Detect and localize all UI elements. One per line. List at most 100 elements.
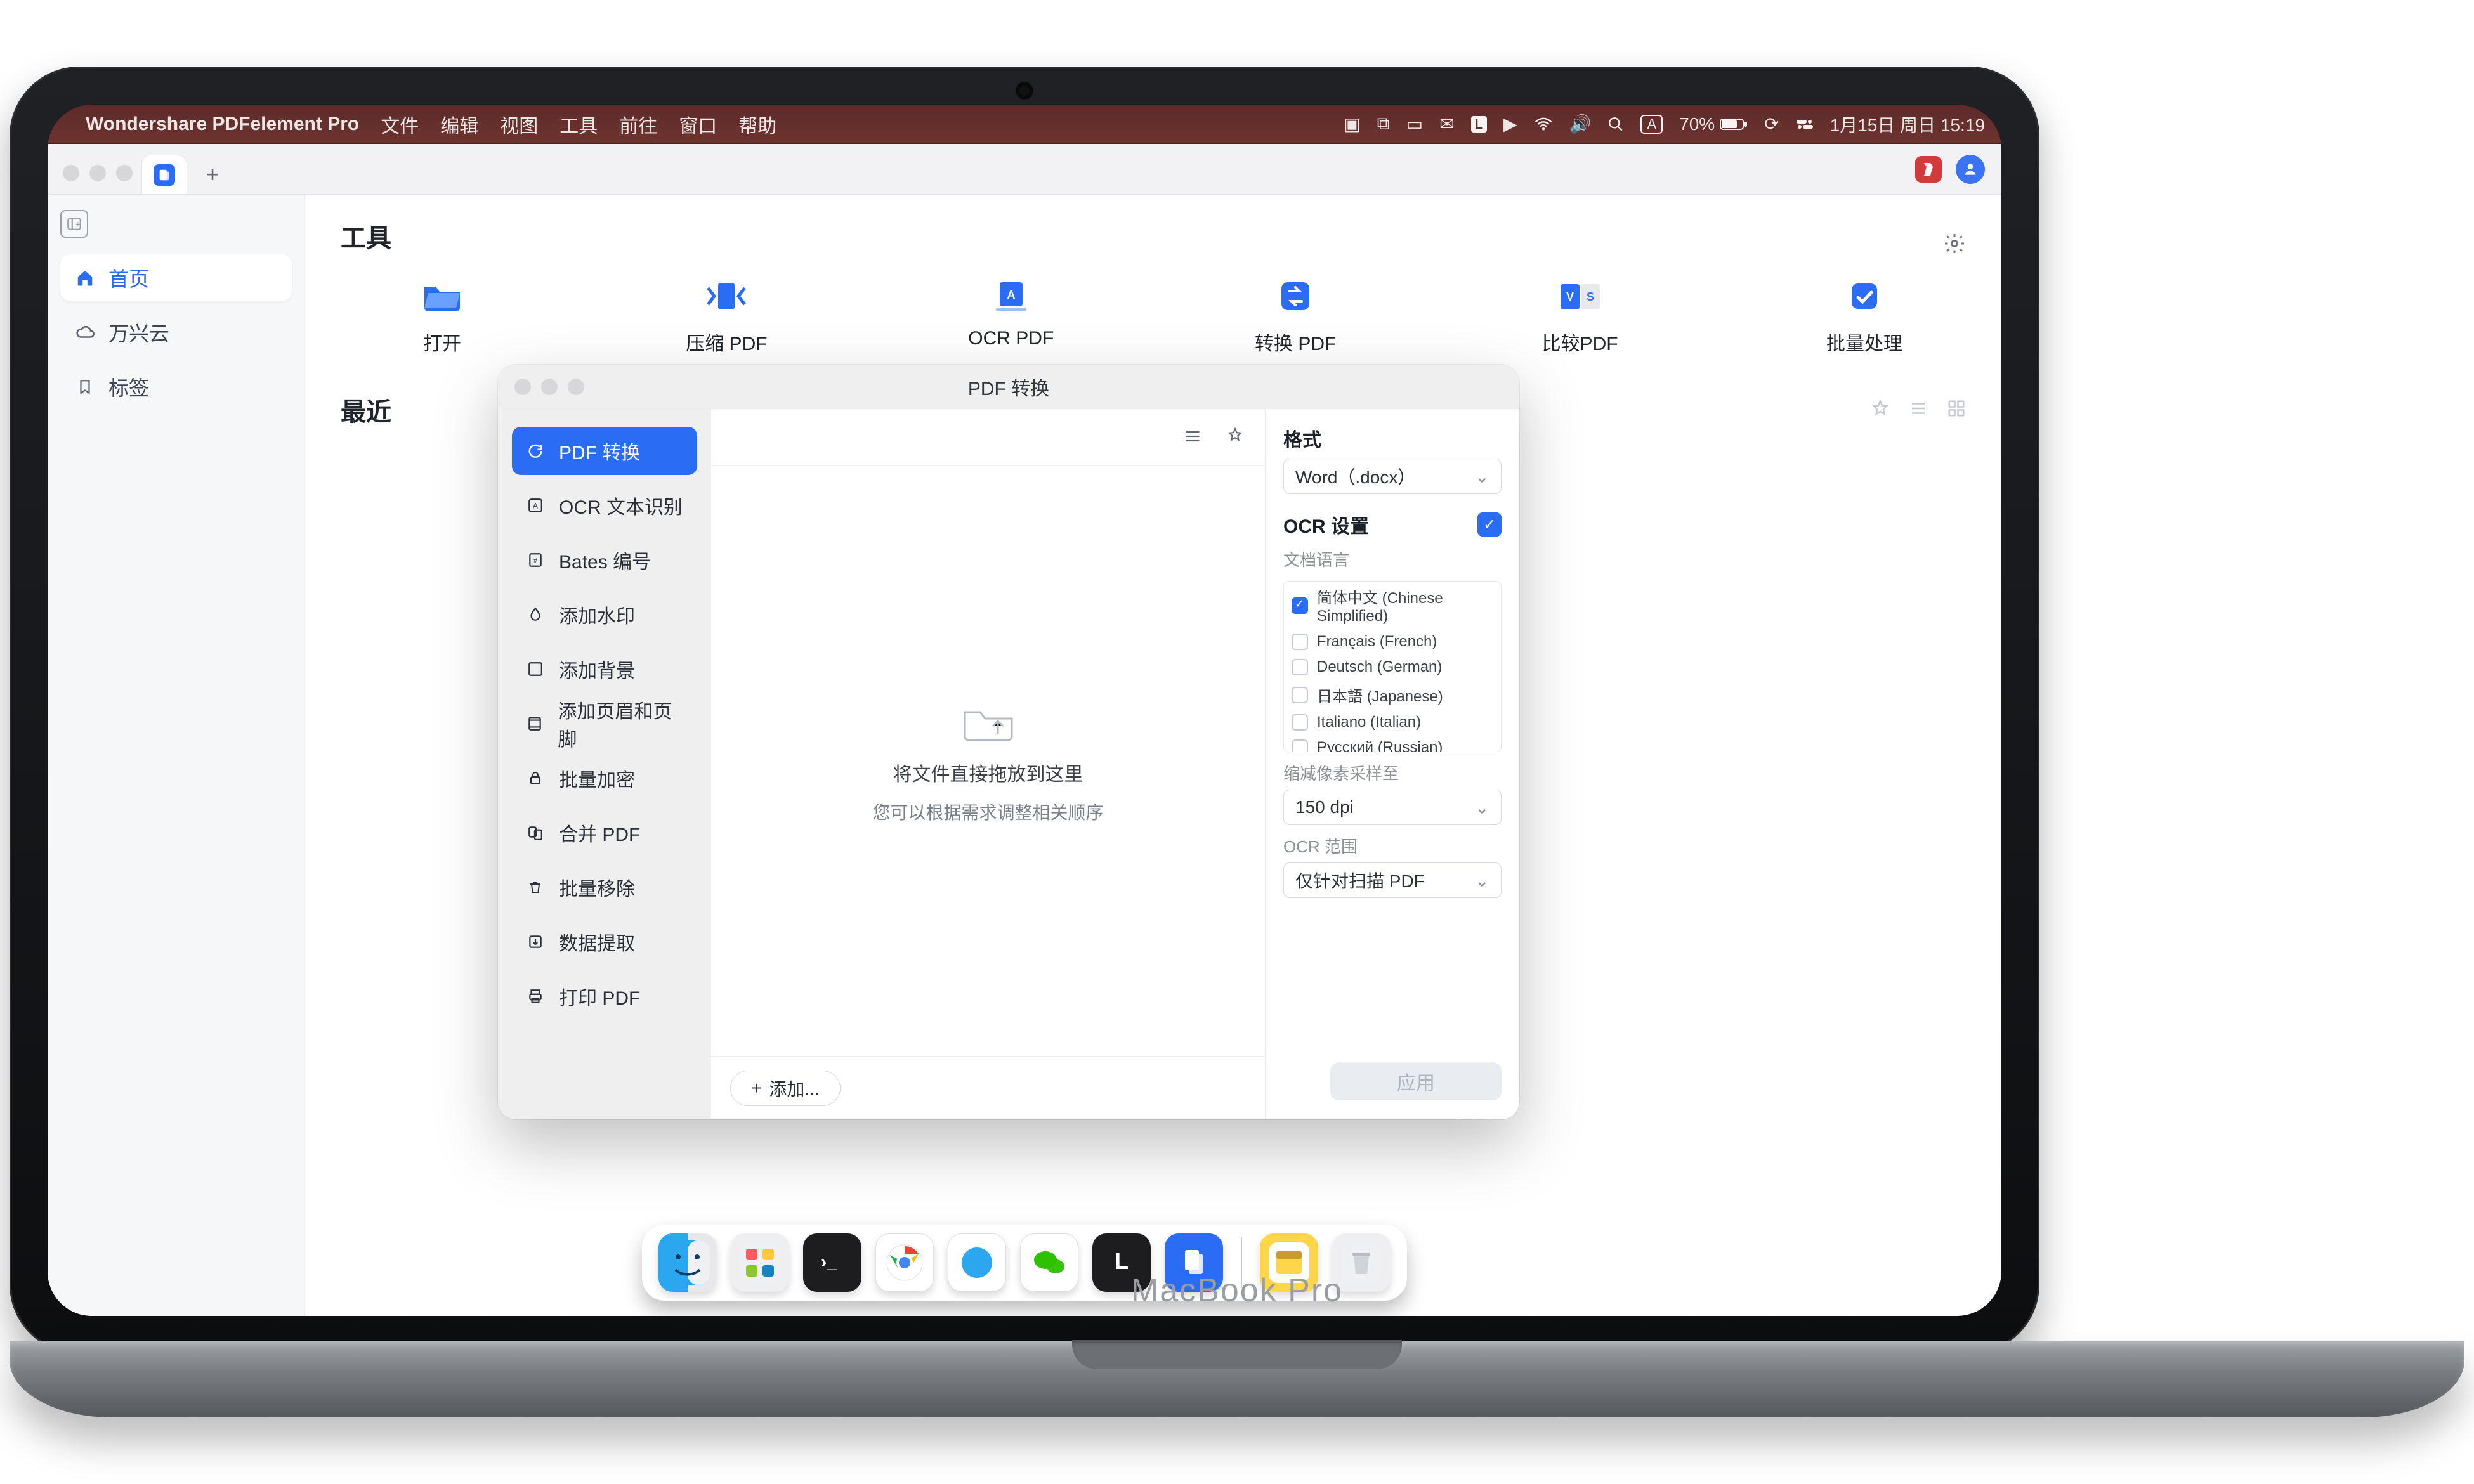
dock-chrome-icon[interactable]: [875, 1233, 934, 1292]
tool-open[interactable]: 打开: [379, 276, 506, 356]
status-spotlight-icon[interactable]: [1607, 116, 1624, 133]
dialog-side-item-0[interactable]: PDF 转换: [512, 427, 697, 475]
dialog-titlebar[interactable]: PDF 转换: [498, 365, 1519, 409]
screen-bezel-outer: Wondershare PDFelement Pro 文件 编辑 视图 工具 前…: [10, 67, 2039, 1354]
window-titlebar: +: [48, 144, 2001, 195]
tool-ocr[interactable]: A OCR PDF: [948, 276, 1075, 356]
dialog-minimize-dot[interactable]: [541, 379, 558, 395]
sidebar-item-home[interactable]: 首页: [60, 254, 292, 301]
dock-safari-icon[interactable]: [948, 1233, 1006, 1292]
window-minimize-dot[interactable]: [89, 165, 106, 181]
dialog-zoom-dot[interactable]: [568, 379, 584, 395]
downsample-select[interactable]: 150 dpi ⌄: [1283, 790, 1502, 825]
checkbox-icon: [1292, 714, 1308, 731]
apply-button[interactable]: 应用: [1330, 1062, 1502, 1100]
dialog-settings-panel: 格式 Word（.docx） ⌄ OCR 设置 ✓ 文档语言: [1266, 409, 1519, 1119]
list-view-icon[interactable]: [1184, 427, 1201, 448]
dialog-close-dot[interactable]: [514, 379, 531, 395]
dialog-side-label: 批量移除: [559, 873, 635, 901]
menu-tools[interactable]: 工具: [560, 110, 598, 138]
dialog-side-item-2[interactable]: #Bates 编号: [512, 536, 697, 584]
status-nowplaying-icon[interactable]: ▶: [1503, 114, 1517, 134]
status-input-source-icon[interactable]: A: [1640, 115, 1663, 134]
dock-launchpad-icon[interactable]: [731, 1233, 789, 1292]
file-dropzone[interactable]: 将文件直接拖放到这里 您可以根据需求调整相关顺序: [711, 466, 1265, 1056]
format-select[interactable]: Word（.docx） ⌄: [1283, 459, 1502, 494]
status-airplay-icon[interactable]: ▭: [1406, 114, 1423, 134]
status-display-icon[interactable]: ⧉: [1377, 114, 1390, 134]
tool-compare[interactable]: VS 比较PDF: [1517, 276, 1644, 356]
dialog-side-item-10[interactable]: 打印 PDF: [512, 972, 697, 1020]
status-clock[interactable]: 1月15日 周日 15:19: [1830, 112, 1985, 137]
sidebar-collapse-button[interactable]: +: [60, 210, 88, 238]
svg-text:S: S: [1587, 290, 1594, 303]
tool-batch[interactable]: 批量处理: [1801, 276, 1928, 356]
tool-convert[interactable]: 转换 PDF: [1232, 276, 1359, 356]
tab-new-button[interactable]: +: [193, 155, 232, 194]
dialog-side-item-1[interactable]: AOCR 文本识别: [512, 481, 697, 530]
status-sync-icon[interactable]: ⟳: [1764, 114, 1779, 134]
tools-row: 打开 压缩 PDF: [341, 276, 1966, 356]
language-option[interactable]: 日本語 (Japanese): [1284, 680, 1501, 710]
menu-file[interactable]: 文件: [381, 110, 419, 138]
svg-text:›_: ›_: [821, 1252, 837, 1272]
dock-terminal-icon[interactable]: ›_: [803, 1233, 861, 1292]
tab-home[interactable]: [141, 155, 187, 194]
ocr-scope-value: 仅针对扫描 PDF: [1295, 868, 1425, 893]
dialog-side-item-8[interactable]: 批量移除: [512, 863, 697, 911]
screen: Wondershare PDFelement Pro 文件 编辑 视图 工具 前…: [48, 105, 2001, 1316]
window-close-dot[interactable]: [63, 165, 79, 181]
laptop-base: MacBook Pro: [10, 1341, 2464, 1417]
favorite-icon[interactable]: [1227, 427, 1243, 448]
recent-list-icon[interactable]: [1909, 399, 1928, 421]
language-option[interactable]: Русский (Russian): [1284, 735, 1501, 752]
ocr-enable-checkbox[interactable]: ✓: [1477, 512, 1502, 537]
recent-star-icon[interactable]: [1871, 399, 1890, 421]
dialog-side-item-9[interactable]: 数据提取: [512, 918, 697, 966]
chevron-down-icon: ⌄: [1475, 870, 1489, 891]
sidebar-item-bookmarks[interactable]: 标签: [60, 363, 292, 410]
dialog-side-label: OCR 文本识别: [559, 491, 683, 519]
account-avatar[interactable]: [1956, 155, 1985, 184]
dock-finder-icon[interactable]: [658, 1233, 717, 1292]
menu-view[interactable]: 视图: [500, 110, 538, 138]
compare-icon: VS: [1557, 276, 1603, 316]
status-app-l-icon[interactable]: L: [1471, 116, 1487, 133]
menu-edit[interactable]: 编辑: [440, 110, 478, 138]
menu-go[interactable]: 前往: [619, 110, 657, 138]
status-control-center-icon[interactable]: [1796, 118, 1814, 131]
dialog-side-item-5[interactable]: 添加页眉和页脚: [512, 700, 697, 748]
battery-percent-label: 70%: [1679, 114, 1715, 134]
language-list[interactable]: 简体中文 (Chinese Simplified) Français (Frenc…: [1283, 581, 1502, 752]
tool-compress[interactable]: 压缩 PDF: [663, 276, 790, 356]
language-option[interactable]: Français (French): [1284, 629, 1501, 654]
settings-gear-icon[interactable]: [1943, 232, 1966, 258]
status-wechat-icon[interactable]: ✉: [1439, 114, 1454, 134]
window-traffic-lights[interactable]: [56, 165, 141, 194]
headerfooter-icon: [525, 715, 545, 732]
language-name: 简体中文 (Chinese Simplified): [1317, 585, 1493, 625]
sidebar-item-cloud[interactable]: 万兴云: [60, 309, 292, 356]
language-option[interactable]: Deutsch (German): [1284, 654, 1501, 680]
status-volume-icon[interactable]: 🔊: [1569, 114, 1592, 134]
status-screenshot-icon[interactable]: ▣: [1344, 114, 1360, 134]
ocr-scope-select[interactable]: 仅针对扫描 PDF ⌄: [1283, 862, 1502, 898]
dock-wechat-icon[interactable]: [1020, 1233, 1078, 1292]
dialog-side-item-6[interactable]: 批量加密: [512, 754, 697, 802]
promo-badge-icon[interactable]: [1915, 156, 1942, 183]
language-option[interactable]: Italiano (Italian): [1284, 710, 1501, 735]
convert-icon: [1273, 276, 1318, 316]
dialog-side-item-4[interactable]: 添加背景: [512, 645, 697, 693]
dialog-side-item-3[interactable]: 添加水印: [512, 590, 697, 639]
menu-window[interactable]: 窗口: [679, 110, 717, 138]
add-files-button[interactable]: + 添加...: [730, 1071, 841, 1106]
dialog-side-item-7[interactable]: 合并 PDF: [512, 809, 697, 857]
language-option[interactable]: 简体中文 (Chinese Simplified): [1284, 582, 1501, 629]
recent-grid-icon[interactable]: [1947, 399, 1966, 421]
status-battery[interactable]: 70%: [1679, 114, 1748, 134]
dropzone-text-2: 您可以根据需求调整相关顺序: [872, 799, 1103, 824]
menu-help[interactable]: 帮助: [738, 110, 776, 138]
window-zoom-dot[interactable]: [116, 165, 133, 181]
status-wifi-icon[interactable]: [1534, 117, 1553, 131]
app-menu[interactable]: Wondershare PDFelement Pro: [86, 114, 359, 135]
